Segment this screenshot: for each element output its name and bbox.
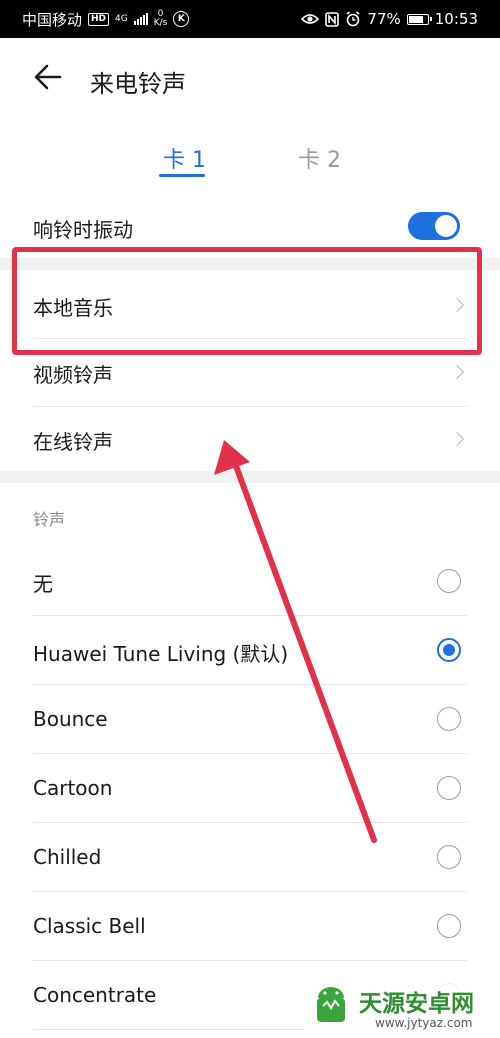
watermark-name: 天源安卓网: [359, 991, 474, 1017]
watermark-url: www.jytyaz.com: [375, 1016, 473, 1030]
android-logo-icon: [317, 987, 345, 1022]
annotation-arrow: [214, 440, 377, 843]
watermark: 天源安卓网 www.jytyaz.com: [305, 978, 500, 1038]
